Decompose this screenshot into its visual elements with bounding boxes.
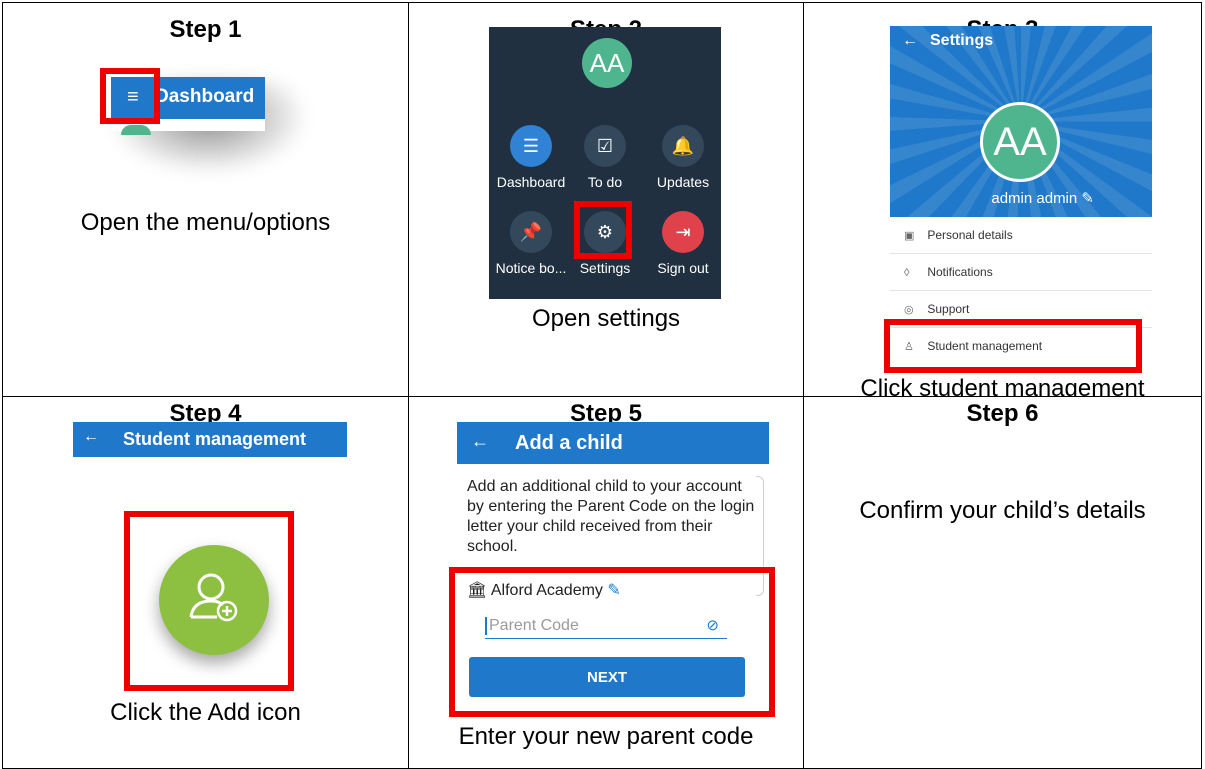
step-caption: Enter your new parent code [458,723,754,750]
bell-icon: 🔔 [662,125,704,167]
step-1-cell: Step 1 ≡ Dashboard Open the menu/options [2,2,409,397]
student-management-app-bar: ← Student management [73,422,347,457]
menu-item-sign-out[interactable]: ⇥ Sign out [643,211,723,277]
highlight-box [449,567,775,717]
dashboard-icon: ☰ [510,125,552,167]
pencil-icon[interactable]: ✎ [1081,190,1094,207]
menu-item-label: Notice bo... [495,260,567,276]
add-child-description: Add an additional child to your account … [467,478,755,555]
menu-item-notice-board[interactable]: 📌 Notice bo... [491,211,571,277]
menu-item-dashboard[interactable]: ☰ Dashboard [491,125,571,191]
step-caption: Confirm your child’s details [859,497,1146,524]
step-4-cell: Step 4 ← Student management Click the Ad… [2,396,409,769]
user-name: admin admin ✎ [890,190,1152,208]
step-5-cell: Step 5 ← Add a child Add an additional c… [408,396,804,769]
menu-item-label: Dashboard [496,174,566,190]
menu-item-label: Settings [579,260,631,276]
app-bar-title: Add a child [515,432,623,454]
settings-item-label: Support [927,302,970,316]
step-3-cell: Step 3 ← Settings AA admin admin ✎ ▣ Per… [803,2,1202,397]
avatar-edge [121,125,151,135]
header-title: Settings [930,32,994,49]
steps-table: Step 1 ≡ Dashboard Open the menu/options… [2,2,1202,769]
menu-item-label: To do [587,174,623,190]
settings-header: ← Settings AA admin admin ✎ [890,26,1152,217]
menu-item-todo[interactable]: ☑ To do [565,125,645,191]
highlight-box [100,68,160,124]
menu-item-label: Sign out [657,260,709,276]
app-bar-title: Student management [123,429,307,449]
avatar[interactable]: AA [980,102,1060,182]
step-6-cell: Step 6 Confirm your child’s details [803,396,1202,769]
step-title: Step 6 [966,400,1039,427]
back-arrow-icon[interactable]: ← [83,428,99,446]
back-arrow-icon[interactable]: ← [902,32,918,50]
step-caption: Click the Add icon [110,699,301,726]
back-arrow-icon[interactable]: ← [471,431,489,452]
step-caption: Open settings [531,305,681,332]
step-caption: Open the menu/options [80,209,331,236]
step-caption: Click student management [860,375,1145,397]
settings-item-notifications[interactable]: ◊ Notifications [890,254,1152,291]
settings-item-label: Notifications [927,265,993,279]
settings-item-personal-details[interactable]: ▣ Personal details [890,217,1152,254]
add-child-app-bar: ← Add a child [457,422,769,464]
user-name-text: admin admin [991,190,1078,207]
menu-item-updates[interactable]: 🔔 Updates [643,125,723,191]
app-bar-title: Dashboard [155,86,255,107]
highlight-box [884,319,1142,373]
todo-icon: ☑ [584,125,626,167]
step-2-cell: Step 2 AA ☰ Dashboard ☑ To do 🔔 Updates … [408,2,804,397]
step-title: Step 1 [169,16,242,43]
settings-item-label: Personal details [927,228,1013,242]
pin-icon: 📌 [510,211,552,253]
id-card-icon: ▣ [904,230,915,242]
menu-item-label: Updates [656,174,710,190]
sign-out-icon: ⇥ [662,211,704,253]
highlight-box [574,201,632,259]
bell-icon: ◊ [904,267,910,279]
highlight-box [124,511,294,691]
avatar[interactable]: AA [582,38,632,88]
